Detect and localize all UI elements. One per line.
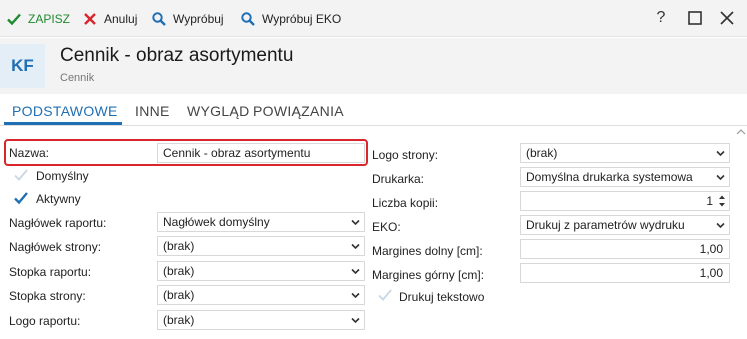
stopka-strony-label: Stopka strony:: [9, 289, 86, 303]
check-icon: [6, 11, 22, 27]
logo-raportu-value: (brak): [163, 313, 195, 327]
drukuj-tekstowo-label: Drukuj tekstowo: [399, 290, 485, 304]
chevron-down-icon: [351, 219, 360, 226]
aktywny-checkbox[interactable]: [13, 190, 29, 206]
page-subtitle: Cennik: [60, 72, 95, 84]
drukarka-value: Domyślna drukarka systemowa: [526, 170, 693, 184]
logo-strony-select[interactable]: (brak): [520, 143, 730, 163]
chevron-down-icon: [351, 292, 360, 299]
domyslny-checkbox[interactable]: [13, 167, 29, 183]
margines-dolny-value: 1,00: [699, 242, 723, 256]
naglowek-raportu-select[interactable]: Nagłówek domyślny: [157, 212, 365, 232]
save-button-label: ZAPISZ: [28, 11, 71, 26]
chevron-down-icon: [716, 174, 725, 181]
tab-powiazania[interactable]: POWIĄZANIA: [253, 103, 344, 119]
logo-raportu-select[interactable]: (brak): [157, 310, 365, 330]
search-icon: [240, 11, 256, 27]
close-icon[interactable]: [718, 9, 736, 27]
eko-select[interactable]: Drukuj z parametrów wydruku: [520, 215, 730, 235]
liczba-kopii-label: Liczba kopii:: [372, 196, 439, 210]
eko-value: Drukuj z parametrów wydruku: [526, 218, 685, 232]
page-title: Cennik - obraz asortymentu: [60, 45, 294, 66]
logo-strony-label: Logo strony:: [372, 148, 439, 162]
nazwa-value: Cennik - obraz asortymentu: [163, 146, 311, 160]
liczba-kopii-value: 1: [706, 194, 713, 208]
drukuj-tekstowo-checkbox[interactable]: [377, 287, 393, 303]
cancel-button-label: Anuluj: [104, 11, 138, 26]
try-button[interactable]: Wypróbuj: [151, 10, 224, 27]
stopka-raportu-value: (brak): [163, 264, 195, 278]
stopka-raportu-select[interactable]: (brak): [157, 261, 365, 281]
help-icon[interactable]: ?: [652, 9, 670, 27]
naglowek-strony-select[interactable]: (brak): [157, 236, 365, 256]
logo-raportu-label: Logo raportu:: [9, 314, 81, 328]
aktywny-label: Aktywny: [36, 192, 81, 206]
save-button[interactable]: ZAPISZ: [6, 10, 70, 27]
margines-gorny-input[interactable]: 1,00: [520, 263, 730, 283]
chevron-down-icon: [716, 150, 725, 157]
margines-dolny-input[interactable]: 1,00: [520, 239, 730, 259]
cancel-button[interactable]: Anuluj: [82, 10, 137, 27]
stopka-raportu-label: Stopka raportu:: [9, 265, 92, 279]
try-button-label: Wypróbuj: [173, 11, 224, 26]
x-icon: [82, 11, 98, 27]
tab-podstawowe[interactable]: PODSTAWOWE: [12, 103, 118, 119]
margines-gorny-label: Margines górny [cm]:: [372, 268, 485, 282]
naglowek-strony-value: (brak): [163, 239, 195, 253]
eko-label: EKO:: [372, 220, 401, 234]
search-icon: [151, 11, 167, 27]
chevron-down-icon: [716, 222, 725, 229]
active-tab-indicator: [4, 122, 122, 125]
margines-gorny-value: 1,00: [699, 266, 723, 280]
maximize-icon[interactable]: [686, 9, 704, 27]
scroll-up-icon[interactable]: [735, 128, 747, 138]
drukarka-label: Drukarka:: [372, 172, 425, 186]
tab-wyglad[interactable]: WYGLĄD: [187, 103, 249, 119]
drukarka-select[interactable]: Domyślna drukarka systemowa: [520, 167, 730, 187]
nazwa-input[interactable]: Cennik - obraz asortymentu: [157, 143, 365, 163]
logo-strony-value: (brak): [526, 146, 558, 160]
tab-inne[interactable]: INNE: [135, 103, 170, 119]
liczba-kopii-stepper[interactable]: 1: [520, 191, 730, 211]
module-badge: KF: [0, 44, 45, 88]
naglowek-raportu-value: Nagłówek domyślny: [163, 215, 270, 229]
naglowek-strony-label: Nagłówek strony:: [9, 240, 102, 254]
try-eko-button-label: Wypróbuj EKO: [262, 11, 342, 26]
nazwa-label: Nazwa:: [9, 146, 50, 160]
chevron-down-icon: [351, 317, 360, 324]
naglowek-raportu-label: Nagłówek raportu:: [9, 216, 107, 230]
try-eko-button[interactable]: Wypróbuj EKO: [240, 10, 341, 27]
stopka-strony-value: (brak): [163, 288, 195, 302]
margines-dolny-label: Margines dolny [cm]:: [372, 244, 483, 258]
chevron-down-icon: [351, 268, 360, 275]
stopka-strony-select[interactable]: (brak): [157, 285, 365, 305]
domyslny-label: Domyślny: [36, 169, 89, 183]
spinner-icon[interactable]: [718, 193, 726, 209]
toolbar: ZAPISZ Anuluj Wypróbuj Wypróbuj EKO ?: [0, 0, 747, 37]
chevron-down-icon: [351, 243, 360, 250]
